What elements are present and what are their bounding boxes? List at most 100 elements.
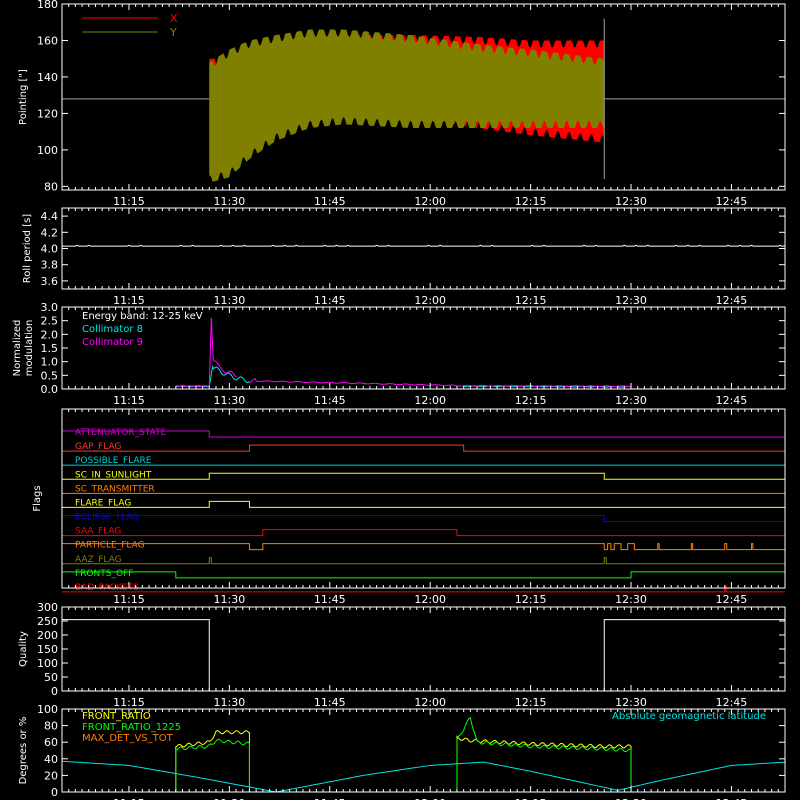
panel-4-y-tick-label: 300 (37, 601, 58, 614)
panel-1-x-tick-label: 11:15 (113, 294, 145, 307)
panel-4-y-tick-label: 50 (44, 671, 58, 684)
panel-4-y-tick-label: 200 (37, 629, 58, 642)
panel-2-x-tick-label: 11:45 (314, 394, 346, 407)
ratio-legend-label-2: MAX_DET_VS_TOT (82, 733, 174, 744)
panel-3-x-tick-label: 12:00 (414, 593, 446, 606)
flag-label-flare-flag: FLARE_FLAG (75, 498, 131, 508)
panel-0-x-tick-label: 11:30 (214, 195, 246, 208)
panel-3-y-axis-label: Flags (32, 485, 43, 511)
pointing-legend-label-y: Y (169, 26, 177, 39)
flag-label-possible-flare: POSSIBLE_FLARE (75, 456, 152, 466)
panel-4-y-axis-label: Quality (18, 631, 29, 667)
panel-1-y-axis-label-line: Roll period [s] (22, 214, 33, 283)
panel-4-x-tick-label: 11:30 (214, 696, 246, 709)
panel-4-y-tick-label: 100 (37, 657, 58, 670)
panel-1-x-tick-label: 11:45 (314, 294, 346, 307)
panel-1-x-tick-label: 12:00 (414, 294, 446, 307)
panel-0-x-tick-label: 12:00 (414, 195, 446, 208)
panel-1-y-tick-label: 3.8 (41, 259, 59, 272)
panel-5-y-axis-label: Degrees or % (18, 717, 29, 785)
panel-2-y-axis-label-line: modulation (24, 320, 35, 377)
panel-2-x-tick-label: 11:15 (113, 394, 145, 407)
ratio-legend-label-1: FRONT_RATIO_1225 (82, 722, 181, 733)
panel-3-x-tick-label: 11:45 (314, 593, 346, 606)
panel-2-y-axis-label-line: Normalized (12, 320, 23, 377)
panel-2-y-tick-label: 2.0 (41, 328, 59, 341)
panel-1-x-tick-label: 11:30 (214, 294, 246, 307)
panel-3-x-tick-label: 12:45 (716, 593, 748, 606)
panel-5-y-tick-label: 20 (44, 769, 58, 782)
panel-2-y-tick-label: 3.0 (41, 301, 59, 314)
panel-2-x-tick-label: 12:30 (615, 394, 647, 407)
panel-4-x-tick-label: 12:45 (716, 696, 748, 709)
panel-4-y-tick-label: 0 (51, 685, 58, 698)
panel-4-x-tick-label: 12:15 (515, 696, 547, 709)
panel-0-y-tick-label: 80 (44, 180, 58, 193)
flag-label-aaz-flag: AAZ_FLAG (75, 555, 122, 565)
panel-5-y-tick-label: 0 (51, 786, 58, 799)
panel-2-x-tick-label: 11:30 (214, 394, 246, 407)
panel-1-x-tick-label: 12:45 (716, 294, 748, 307)
panel-2-x-tick-label: 12:00 (414, 394, 446, 407)
panel-0-y-tick-label: 100 (37, 144, 58, 157)
panel-1-y-tick-label: 4.0 (41, 243, 59, 256)
panel-2-x-tick-label: 12:15 (515, 394, 547, 407)
modulation-energy-band-label: Energy band: 12-25 keV (82, 311, 203, 322)
panel-2-y-tick-label: 2.5 (41, 315, 59, 328)
panel-1-y-tick-label: 4.4 (41, 210, 59, 223)
panel-5-y-tick-label: 80 (44, 720, 58, 733)
panel-2-x-tick-label: 12:45 (716, 394, 748, 407)
panel-4-x-tick-label: 12:00 (414, 696, 446, 709)
modulation-legend-label-0: Collimator 8 (82, 324, 143, 335)
panel-4-y-axis-label-line: Quality (18, 631, 29, 667)
flag-label-saa-flag: SAA_FLAG (75, 527, 121, 537)
panel-1-y-tick-label: 3.6 (41, 275, 59, 288)
panel-2-y-tick-label: 1.5 (41, 342, 59, 355)
panel-0-x-tick-label: 12:30 (615, 195, 647, 208)
panel-2-y-tick-label: 0.0 (41, 383, 59, 396)
panel-1-y-tick-label: 4.2 (41, 226, 59, 239)
panel-0-x-tick-label: 12:45 (716, 195, 748, 208)
panel-0-y-tick-label: 120 (37, 107, 58, 120)
panel-5-y-axis-label-line: Degrees or % (18, 717, 29, 785)
panel-2-y-axis-label: Normalizedmodulation (12, 320, 35, 377)
ratio-geomagnetic-latitude-label: Absolute geomagnetic latitude (612, 711, 766, 722)
modulation-legend-label-1: Collimator 9 (82, 337, 143, 348)
flag-label-eclipse-flag: ECLIPSE_FLAG (75, 513, 139, 523)
flag-label-fronts-off: FRONTS_OFF (75, 569, 133, 579)
panel-5-y-tick-label: 60 (44, 736, 58, 749)
panel-4-y-tick-label: 250 (37, 615, 58, 628)
flag-label-attenuator-state: ATTENUATOR_STATE (75, 428, 167, 438)
panel-4-x-tick-label: 11:45 (314, 696, 346, 709)
panel-1-y-axis-label: Roll period [s] (22, 214, 33, 283)
panel-0-x-tick-label: 11:45 (314, 195, 346, 208)
panel-0-y-axis-label-line: Pointing ["] (18, 69, 29, 125)
panel-3-x-tick-label: 12:15 (515, 593, 547, 606)
panel-5-y-tick-label: 40 (44, 753, 58, 766)
panel-0-y-tick-label: 140 (37, 71, 58, 84)
panel-0-y-tick-label: 180 (37, 0, 58, 11)
panel-5-y-tick-label: 100 (37, 703, 58, 716)
panel-4-x-tick-label: 11:15 (113, 696, 145, 709)
panel-0-y-tick-label: 160 (37, 34, 58, 47)
panel-0-x-tick-label: 12:15 (515, 195, 547, 208)
panel-3-x-tick-label: 11:15 (113, 593, 145, 606)
panel-1-x-tick-label: 12:15 (515, 294, 547, 307)
flag-label-sc-in-sunlight: SC_IN_SUNLIGHT (75, 470, 152, 480)
panel-4-y-tick-label: 150 (37, 643, 58, 656)
panel-0-y-axis-label: Pointing ["] (18, 69, 29, 125)
ratio-legend-label-0: FRONT_RATIO (82, 711, 151, 722)
panel-0-x-tick-label: 11:15 (113, 195, 145, 208)
panel-3-y-axis-label-line: Flags (32, 485, 43, 511)
panel-1-x-tick-label: 12:30 (615, 294, 647, 307)
panel-2-y-tick-label: 1.0 (41, 356, 59, 369)
panel-3-x-tick-label: 11:30 (214, 593, 246, 606)
flag-label-sc-transmitter: SC_TRANSMITTER (75, 484, 155, 494)
flag-label-gap-flag: GAP_FLAG (75, 442, 121, 452)
panel-2-y-tick-label: 0.5 (41, 369, 59, 382)
spacecraft-summary-figure: 80 100 120 140 160 180 11:15 11:30 11:45 12:00 12:… (0, 0, 800, 800)
panel-4-x-tick-label: 12:30 (615, 696, 647, 709)
pointing-legend-label-x: X (170, 12, 178, 25)
flag-label-particle-flag: PARTICLE_FLAG (75, 541, 145, 551)
panel-3-x-tick-label: 12:30 (615, 593, 647, 606)
